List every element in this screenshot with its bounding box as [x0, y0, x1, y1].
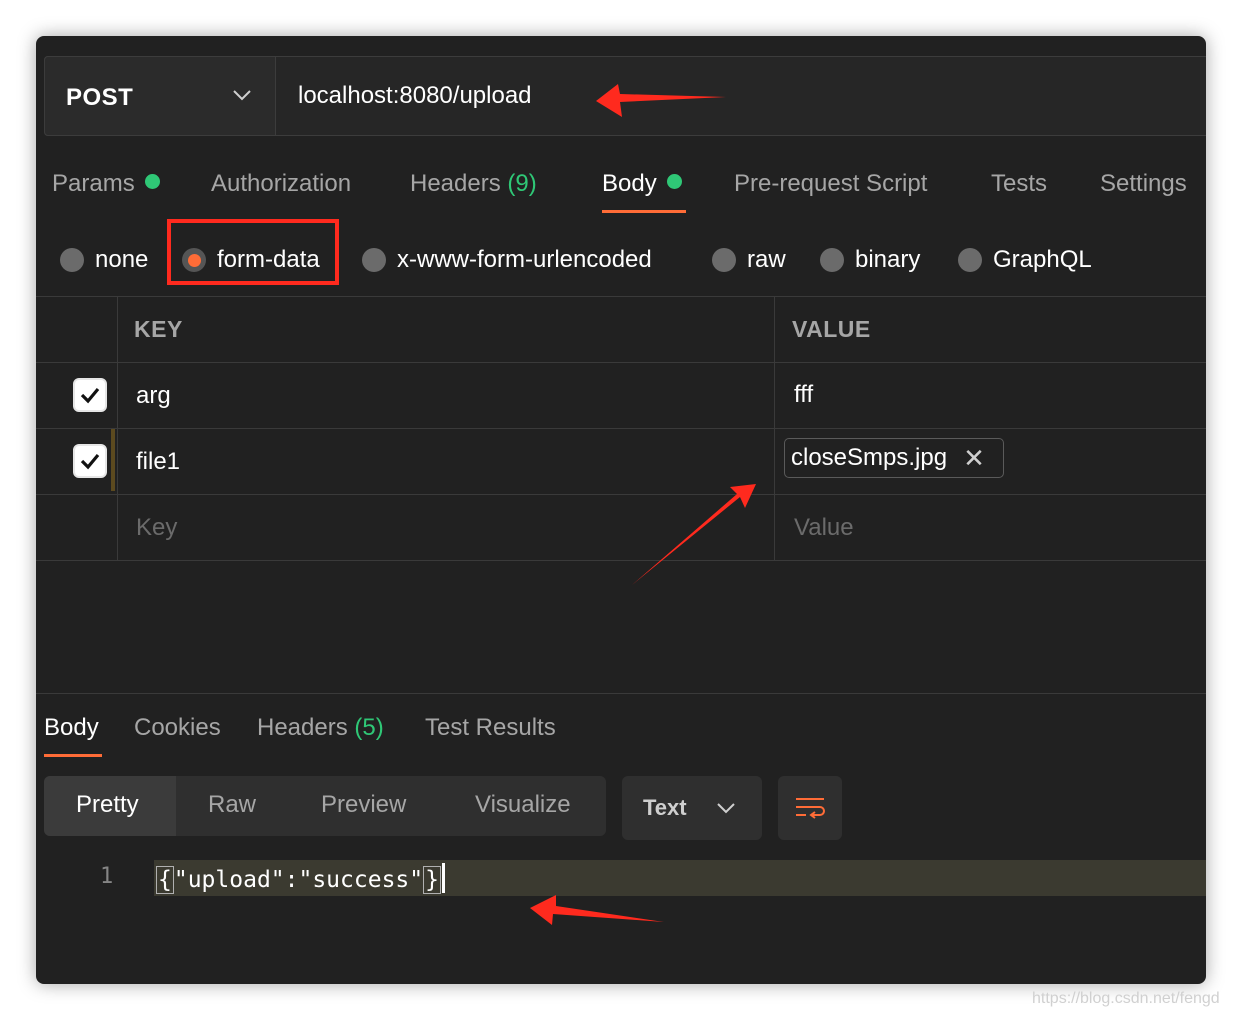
postman-window: POST localhost:8080/upload Params Author… [36, 36, 1206, 984]
view-pretty[interactable]: Pretty [76, 791, 139, 819]
annotation-highlight-box [167, 219, 339, 285]
tab-body[interactable]: Body [602, 170, 682, 198]
checkmark-icon [80, 453, 100, 470]
tab-authorization-label: Authorization [211, 170, 352, 197]
tab-body-label: Body [602, 170, 657, 197]
format-dropdown-label: Text [643, 795, 687, 820]
file-chip: closeSmps.jpg ✕ [784, 438, 1004, 478]
radio-binary[interactable]: binary [820, 242, 920, 278]
view-visualize[interactable]: Visualize [475, 791, 571, 819]
tab-params-label: Params [52, 170, 135, 197]
tab-headers[interactable]: Headers (9) [410, 170, 537, 198]
file-name: closeSmps.jpg [791, 444, 948, 471]
url-input[interactable]: localhost:8080/upload [298, 82, 532, 110]
response-tab-headers[interactable]: Headers (5) [257, 714, 384, 742]
chevron-down-icon[interactable] [232, 88, 252, 102]
checkmark-icon [80, 387, 100, 404]
row-checkbox[interactable] [73, 444, 107, 478]
view-preview[interactable]: Preview [321, 791, 406, 819]
tab-settings-label: Settings [1100, 170, 1187, 197]
response-tab-headers-label: Headers [257, 714, 348, 741]
table-border [36, 428, 1206, 429]
row-checkbox[interactable] [73, 378, 107, 412]
wrap-lines-icon [796, 798, 825, 819]
active-tab-underline [602, 210, 686, 213]
close-brace: } [423, 866, 441, 894]
table-border [36, 560, 1206, 561]
radio-graphql-label: GraphQL [993, 246, 1092, 273]
radio-icon [820, 248, 844, 272]
view-raw[interactable]: Raw [208, 791, 256, 819]
table-border [36, 296, 1206, 297]
line-number: 1 [100, 864, 114, 889]
response-active-underline [44, 754, 102, 757]
body-status-dot [666, 174, 682, 189]
radio-raw-label: raw [747, 246, 786, 273]
radio-none[interactable]: none [60, 242, 148, 278]
table-border [36, 362, 1206, 363]
text-caret [441, 863, 445, 893]
radio-icon [60, 248, 84, 272]
wrap-lines-button[interactable] [778, 776, 842, 840]
close-icon[interactable]: ✕ [963, 445, 985, 471]
new-value-input[interactable]: Value [794, 514, 854, 542]
radio-none-label: none [95, 246, 149, 273]
watermark-text: https://blog.csdn.net/fengd [1032, 990, 1220, 1007]
open-brace: { [156, 866, 174, 894]
table-border [36, 494, 1206, 495]
method-label: POST [66, 84, 134, 111]
radio-raw[interactable]: raw [712, 242, 786, 278]
radio-icon [958, 248, 982, 272]
table-divider [117, 296, 118, 560]
response-tab-cookies[interactable]: Cookies [134, 714, 221, 742]
column-header-value: VALUE [792, 316, 871, 342]
chevron-down-icon[interactable] [716, 801, 736, 815]
tab-tests-label: Tests [991, 170, 1048, 197]
response-divider [36, 693, 1206, 694]
radio-icon [712, 248, 736, 272]
tab-pre-request-script[interactable]: Pre-request Script [734, 170, 927, 198]
row-drag-handle[interactable] [111, 429, 115, 491]
tab-tests[interactable]: Tests [991, 170, 1047, 198]
table-divider [774, 296, 775, 560]
tab-settings[interactable]: Settings [1100, 170, 1187, 198]
radio-urlencoded-label: x-www-form-urlencoded [397, 246, 652, 273]
response-content: "upload":"success" [173, 867, 424, 893]
row-key[interactable]: file1 [136, 448, 180, 476]
radio-binary-label: binary [855, 246, 921, 273]
tab-pre-request-label: Pre-request Script [734, 170, 928, 197]
headers-count: (9) [507, 170, 537, 197]
row-value[interactable]: fff [794, 381, 813, 409]
tab-authorization[interactable]: Authorization [211, 170, 351, 198]
response-tab-body[interactable]: Body [44, 714, 99, 742]
radio-icon [362, 248, 386, 272]
column-header-key: KEY [134, 316, 183, 342]
response-body-code[interactable]: {"upload":"success"} [156, 863, 445, 894]
radio-x-www-form-urlencoded[interactable]: x-www-form-urlencoded [362, 242, 652, 278]
tab-headers-label: Headers [410, 170, 501, 197]
params-status-dot [144, 174, 160, 189]
response-headers-count: (5) [354, 714, 384, 741]
row-key[interactable]: arg [136, 382, 171, 410]
radio-graphql[interactable]: GraphQL [958, 242, 1092, 278]
tab-params[interactable]: Params [52, 170, 160, 198]
new-key-input[interactable]: Key [136, 514, 177, 542]
response-tab-test-results[interactable]: Test Results [425, 714, 556, 742]
